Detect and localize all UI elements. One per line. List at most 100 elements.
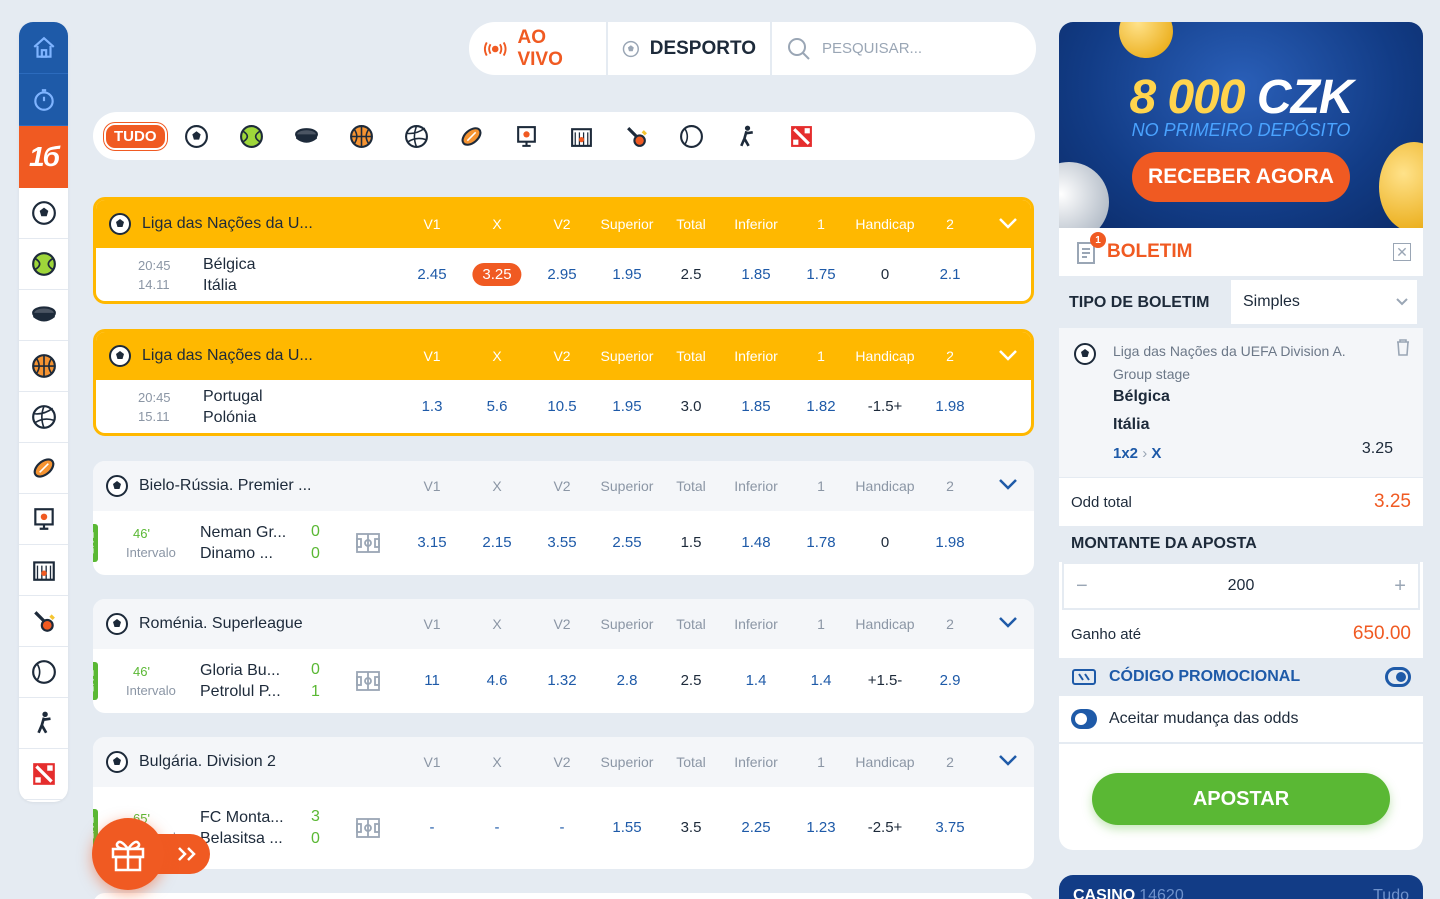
live-tab[interactable]: AO VIVO [469,22,608,75]
sidebar-item-badminton[interactable] [19,596,68,647]
filter-football[interactable] [183,123,210,150]
stake-input[interactable]: 200 [1228,577,1255,595]
sidebar-item-futsal[interactable] [19,545,68,596]
odd-button[interactable]: 2.1 [940,266,961,283]
stake-stepper[interactable]: − 200 + [1062,562,1420,610]
filter-rugby[interactable] [458,123,485,150]
field-stats-icon[interactable] [355,532,381,559]
odd-button[interactable]: 1.5 [681,534,702,551]
chevron-down-icon[interactable] [998,216,1018,235]
promo-code-toggle[interactable] [1385,667,1411,687]
search-box[interactable]: PESQUISAR... [772,22,1036,75]
odd-button[interactable]: 3.55 [547,534,576,551]
odd-button[interactable]: 1.4 [746,672,767,689]
accept-odds-toggle[interactable] [1071,709,1097,729]
match-row[interactable]: 65'Tempo daFC Monta...Belasitsa ...LIVE3… [93,787,1034,869]
field-stats-icon[interactable] [355,670,381,697]
sidebar-item-volleyball[interactable] [19,392,68,443]
sidebar-item-counter-strike[interactable] [19,698,68,749]
odd-button[interactable]: 1.98 [935,534,964,551]
sidebar-item-hockey[interactable] [19,290,68,341]
odd-button[interactable]: 1.23 [806,819,835,836]
odd-button[interactable]: 5.6 [487,398,508,415]
odd-button[interactable]: 2.5 [681,266,702,283]
odd-button[interactable]: 2.8 [617,672,638,689]
odd-button[interactable]: 3.15 [417,534,446,551]
odd-button[interactable]: 0 [881,534,889,551]
sport-tab[interactable]: DESPORTO [608,22,772,75]
sidebar-item-basketball[interactable] [19,341,68,392]
odd-button[interactable]: 2.15 [482,534,511,551]
place-bet-button[interactable]: APOSTAR [1092,773,1390,825]
sidebar-item-rugby[interactable] [19,443,68,494]
match-card-header[interactable]: Roménia. Superleague V1 X V2 Superior Total In… [93,599,1034,649]
odd-button[interactable]: 1.55 [612,819,641,836]
odd-button[interactable]: - [495,819,500,836]
odd-button[interactable]: 1.32 [547,672,576,689]
odd-button[interactable]: -2.5+ [868,819,903,836]
chevron-down-icon[interactable] [998,753,1018,772]
odd-button[interactable]: 3.0 [681,398,702,415]
plus-icon[interactable]: + [1394,575,1406,598]
live-timer-button[interactable] [19,74,68,126]
sidebar-item-football[interactable] [19,188,68,239]
filter-counter-strike[interactable] [733,123,760,150]
filter-futsal[interactable] [568,123,595,150]
odd-button[interactable]: 1.4 [811,672,832,689]
promo-code-row[interactable]: CÓDIGO PROMOCIONAL [1059,658,1423,696]
odd-button[interactable]: 11 [424,672,440,689]
match-card-header[interactable]: Liga das Nações da U... V1 X V2 Superior Tota… [96,332,1031,380]
sidebar-item-dota[interactable] [19,749,68,800]
odd-button[interactable]: 2.5 [681,672,702,689]
search-input[interactable]: PESQUISAR... [822,40,922,57]
filter-hockey[interactable] [293,123,320,150]
filter-all-button[interactable]: TUDO [104,122,167,150]
odd-button[interactable]: 1.48 [741,534,770,551]
brand-logo[interactable]: 1б [19,126,68,188]
match-card-header[interactable]: Liga das Nações da U... V1 X V2 Superior Tota… [96,200,1031,248]
sidebar-item-esports[interactable] [19,494,68,545]
odd-button[interactable]: - [560,819,565,836]
casino-all-link[interactable]: Tudo [1373,887,1409,899]
odd-button[interactable]: 2.9 [940,672,961,689]
chevron-down-icon[interactable] [998,348,1018,367]
odd-button[interactable]: 1.85 [741,398,770,415]
odd-button[interactable]: 2.45 [417,266,446,283]
odd-button[interactable]: 2.25 [741,819,770,836]
sidebar-item-baseball[interactable] [19,647,68,698]
odd-button[interactable]: 3.25 [472,262,522,286]
chevron-down-icon[interactable] [998,477,1018,496]
odd-button[interactable]: 2.55 [612,534,641,551]
filter-baseball[interactable] [678,123,705,150]
odd-button[interactable]: +1.5- [868,672,903,689]
filter-volleyball[interactable] [403,123,430,150]
filter-dota[interactable] [788,123,815,150]
match-card-header[interactable]: Bulgária. Division 2 V1 X V2 Superior Total In… [93,737,1034,787]
match-row[interactable]: 46' Intervalo Neman Gr... Dinamo ... LIVE 0 0 3… [93,511,1034,575]
odd-button[interactable]: 0 [881,266,889,283]
odd-button[interactable]: 1.78 [806,534,835,551]
filter-tennis[interactable] [238,123,265,150]
trash-icon[interactable] [1395,338,1411,356]
filter-basketball[interactable] [348,123,375,150]
match-row[interactable]: 46' Intervalo Gloria Bu... Petrolul P... LIV… [93,649,1034,713]
chevron-down-icon[interactable] [998,615,1018,634]
field-stats-icon[interactable] [355,817,381,844]
filter-esports[interactable] [513,123,540,150]
odd-button[interactable]: - [430,819,435,836]
odd-button[interactable]: 1.85 [741,266,770,283]
betslip-type-select[interactable]: Simples [1231,280,1417,324]
gift-button[interactable] [92,818,164,890]
odd-button[interactable]: 3.5 [681,819,702,836]
match-card-header[interactable]: Bielo-Rússia. Premier ... V1 X V2 Superior To… [93,461,1034,511]
minus-icon[interactable]: − [1076,575,1088,598]
odd-button[interactable]: -1.5+ [868,398,903,415]
sidebar-item-tennis[interactable] [19,239,68,290]
match-row[interactable]: 20:45 15.11 Portugal Polónia 1.3 5.6 10.5 1.95 3… [96,380,1031,433]
receive-now-button[interactable]: RECEBER AGORA [1132,152,1350,202]
odd-button[interactable]: 1.82 [806,398,835,415]
filter-badminton[interactable] [623,123,650,150]
close-icon[interactable]: ✕ [1393,243,1411,261]
home-button[interactable] [19,22,68,74]
odd-button[interactable]: 3.75 [935,819,964,836]
